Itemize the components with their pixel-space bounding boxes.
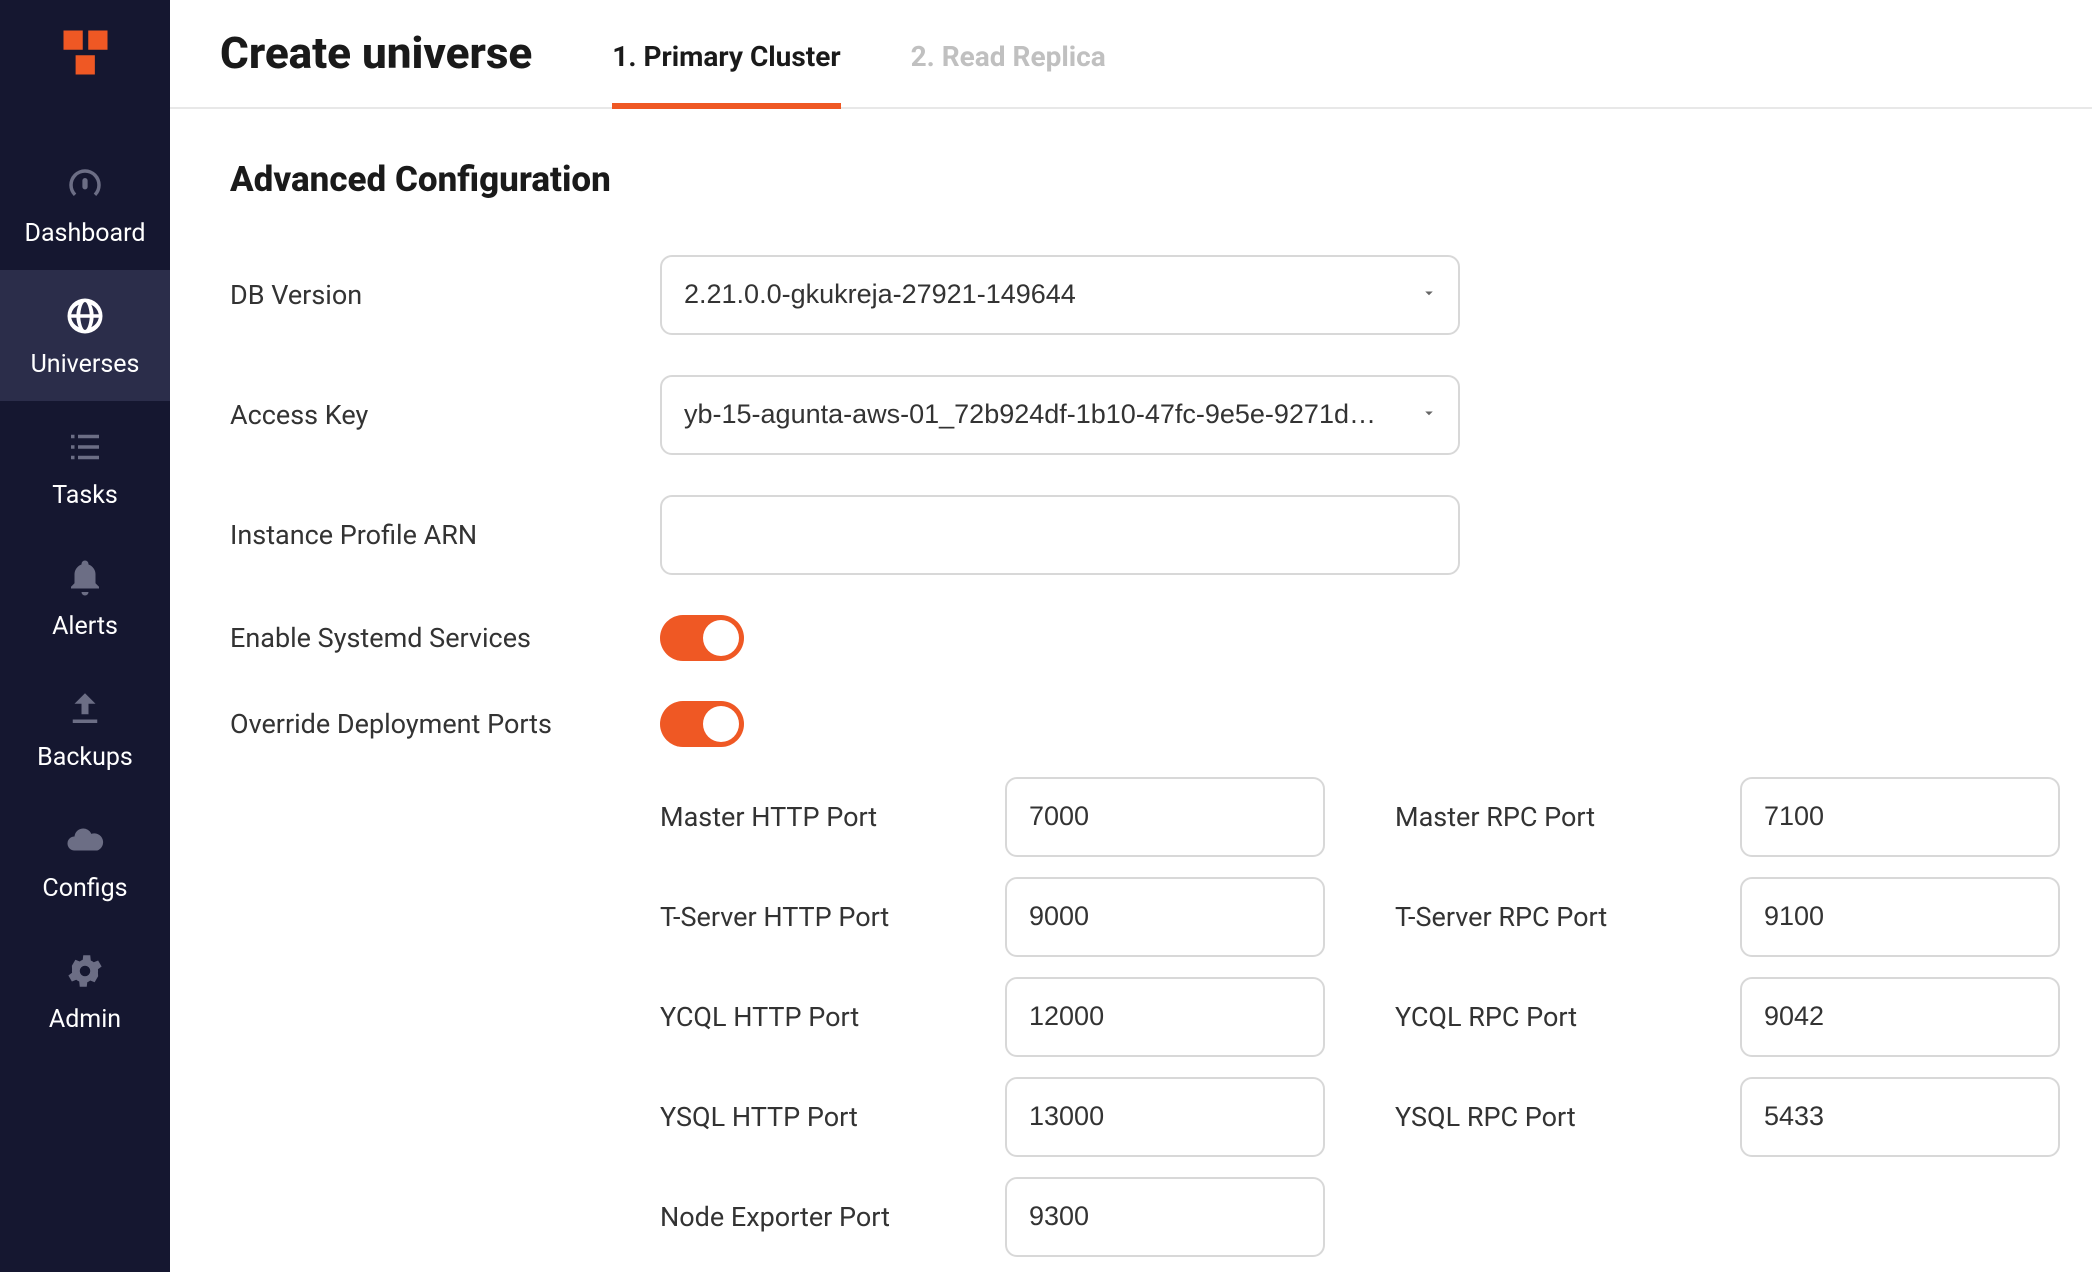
tab-read-replica[interactable]: 2. Read Replica <box>911 40 1106 109</box>
node-exporter-port-input[interactable] <box>1005 1177 1325 1257</box>
main: Create universe 1. Primary Cluster 2. Re… <box>170 0 2092 1272</box>
ysql-http-port-label: YSQL HTTP Port <box>660 1101 1005 1133</box>
sidebar-item-label: Admin <box>49 1005 121 1034</box>
sidebar-item-label: Tasks <box>52 481 118 510</box>
gear-icon <box>61 947 109 995</box>
sidebar-item-admin[interactable]: Admin <box>0 925 170 1056</box>
ysql-rpc-port-input[interactable] <box>1740 1077 2060 1157</box>
db-version-label: DB Version <box>230 279 660 311</box>
master-rpc-port-label: Master RPC Port <box>1395 801 1740 833</box>
section-title: Advanced Configuration <box>230 159 2060 200</box>
globe-icon <box>61 292 109 340</box>
instance-profile-arn-label: Instance Profile ARN <box>230 519 660 551</box>
enable-systemd-label: Enable Systemd Services <box>230 622 660 654</box>
sidebar-item-tasks[interactable]: Tasks <box>0 401 170 532</box>
ycql-http-port-input[interactable] <box>1005 977 1325 1057</box>
access-key-label: Access Key <box>230 399 660 431</box>
ycql-rpc-port-input[interactable] <box>1740 977 2060 1057</box>
tserver-rpc-port-label: T-Server RPC Port <box>1395 901 1740 933</box>
list-icon <box>61 423 109 471</box>
override-ports-label: Override Deployment Ports <box>230 708 660 740</box>
content: Advanced Configuration DB Version 2.21.0… <box>170 109 2092 1272</box>
header: Create universe 1. Primary Cluster 2. Re… <box>170 0 2092 109</box>
ysql-http-port-input[interactable] <box>1005 1077 1325 1157</box>
access-key-select[interactable]: yb-15-agunta-aws-01_72b924df-1b10-47fc-9… <box>660 375 1460 455</box>
master-rpc-port-input[interactable] <box>1740 777 2060 857</box>
bell-icon <box>61 554 109 602</box>
page-title: Create universe <box>220 27 532 107</box>
sidebar-item-alerts[interactable]: Alerts <box>0 532 170 663</box>
tserver-rpc-port-input[interactable] <box>1740 877 2060 957</box>
override-ports-toggle[interactable] <box>660 701 744 747</box>
ycql-rpc-port-label: YCQL RPC Port <box>1395 1001 1740 1033</box>
ycql-http-port-label: YCQL HTTP Port <box>660 1001 1005 1033</box>
sidebar-item-backups[interactable]: Backups <box>0 663 170 794</box>
ysql-rpc-port-label: YSQL RPC Port <box>1395 1101 1740 1133</box>
master-http-port-label: Master HTTP Port <box>660 801 1005 833</box>
tabs: 1. Primary Cluster 2. Read Replica <box>612 0 1105 107</box>
sidebar-item-label: Dashboard <box>25 219 146 248</box>
sidebar-item-label: Alerts <box>52 612 118 641</box>
tab-primary-cluster[interactable]: 1. Primary Cluster <box>612 40 840 109</box>
sidebar: Dashboard Universes Tasks Alerts Backups <box>0 0 170 1272</box>
logo <box>58 25 113 84</box>
sidebar-item-label: Backups <box>37 743 133 772</box>
sidebar-item-dashboard[interactable]: Dashboard <box>0 139 170 270</box>
db-version-select[interactable]: 2.21.0.0-gkukreja-27921-149644 <box>660 255 1460 335</box>
node-exporter-port-label: Node Exporter Port <box>660 1201 1005 1233</box>
gauge-icon <box>61 161 109 209</box>
sidebar-item-label: Configs <box>42 874 127 903</box>
sidebar-item-universes[interactable]: Universes <box>0 270 170 401</box>
master-http-port-input[interactable] <box>1005 777 1325 857</box>
tserver-http-port-input[interactable] <box>1005 877 1325 957</box>
sidebar-item-label: Universes <box>31 350 140 379</box>
cloud-icon <box>61 816 109 864</box>
tserver-http-port-label: T-Server HTTP Port <box>660 901 1005 933</box>
enable-systemd-toggle[interactable] <box>660 615 744 661</box>
instance-profile-arn-input[interactable] <box>660 495 1460 575</box>
upload-icon <box>61 685 109 733</box>
ports-grid: Master HTTP Port Master RPC Port T-Serve… <box>660 777 2060 1257</box>
sidebar-item-configs[interactable]: Configs <box>0 794 170 925</box>
